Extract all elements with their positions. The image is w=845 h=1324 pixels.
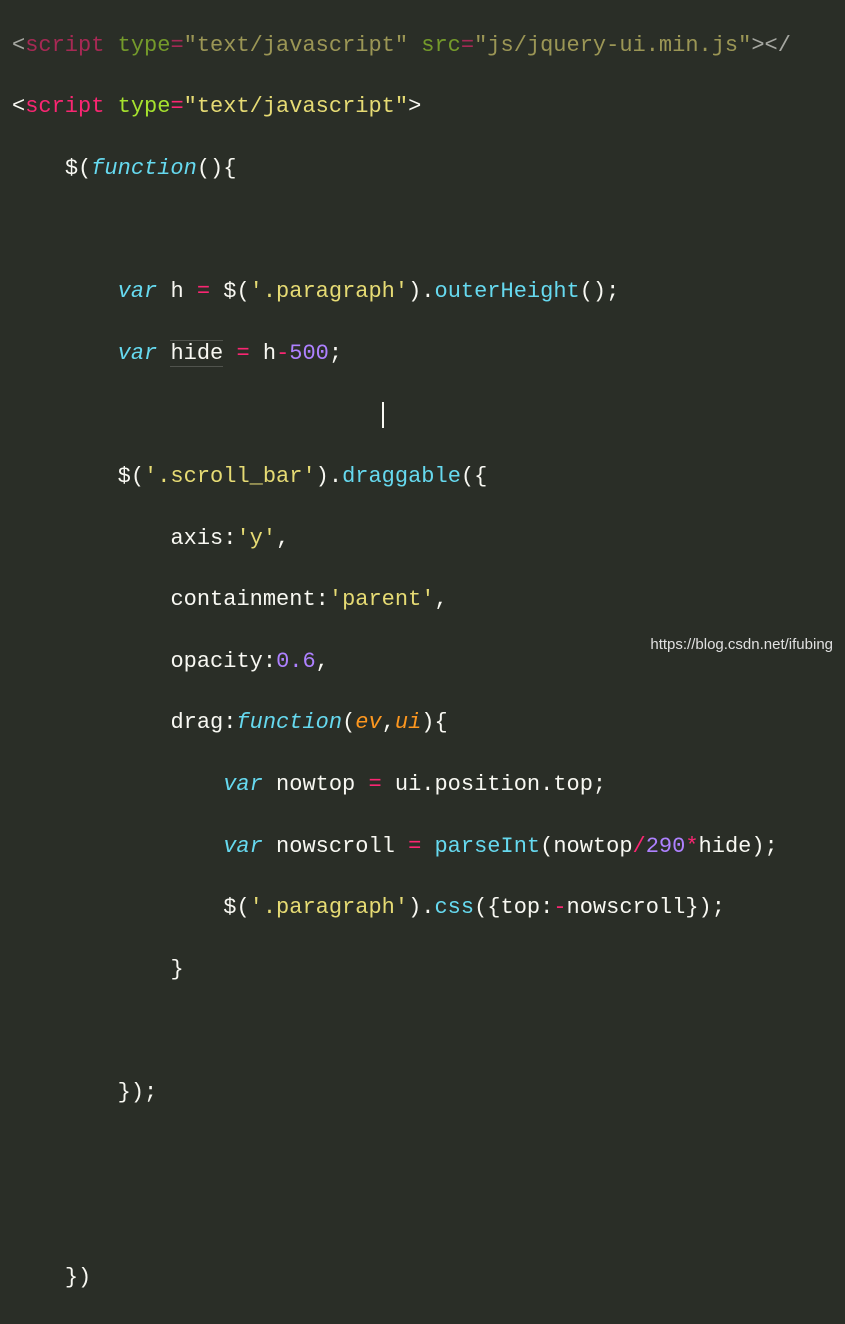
code-line: <script type="text/javascript">: [12, 92, 833, 123]
watermark-text: https://blog.csdn.net/ifubing: [650, 634, 833, 655]
code-line: [12, 1201, 833, 1232]
code-line: [12, 400, 833, 431]
code-line: containment:'parent',: [12, 585, 833, 616]
code-line: [12, 216, 833, 247]
code-line: var h = $('.paragraph').outerHeight();: [12, 277, 833, 308]
text-cursor-icon: [382, 402, 384, 428]
code-editor[interactable]: <script type="text/javascript" src="js/j…: [0, 0, 845, 1324]
code-line: var nowtop = ui.position.top;: [12, 770, 833, 801]
code-line: }: [12, 955, 833, 986]
code-line: var hide = h-500;: [12, 339, 833, 370]
code-line: <script type="text/javascript" src="js/j…: [12, 31, 833, 62]
code-line: });: [12, 1078, 833, 1109]
code-line: $('.paragraph').css({top:-nowscroll});: [12, 893, 833, 924]
code-line: [12, 1016, 833, 1047]
code-line: $(function(){: [12, 154, 833, 185]
code-line: axis:'y',: [12, 524, 833, 555]
code-line: $('.scroll_bar').draggable({: [12, 462, 833, 493]
code-line: [12, 1139, 833, 1170]
code-line: }): [12, 1263, 833, 1294]
code-line: drag:function(ev,ui){: [12, 708, 833, 739]
code-line: var nowscroll = parseInt(nowtop/290*hide…: [12, 832, 833, 863]
